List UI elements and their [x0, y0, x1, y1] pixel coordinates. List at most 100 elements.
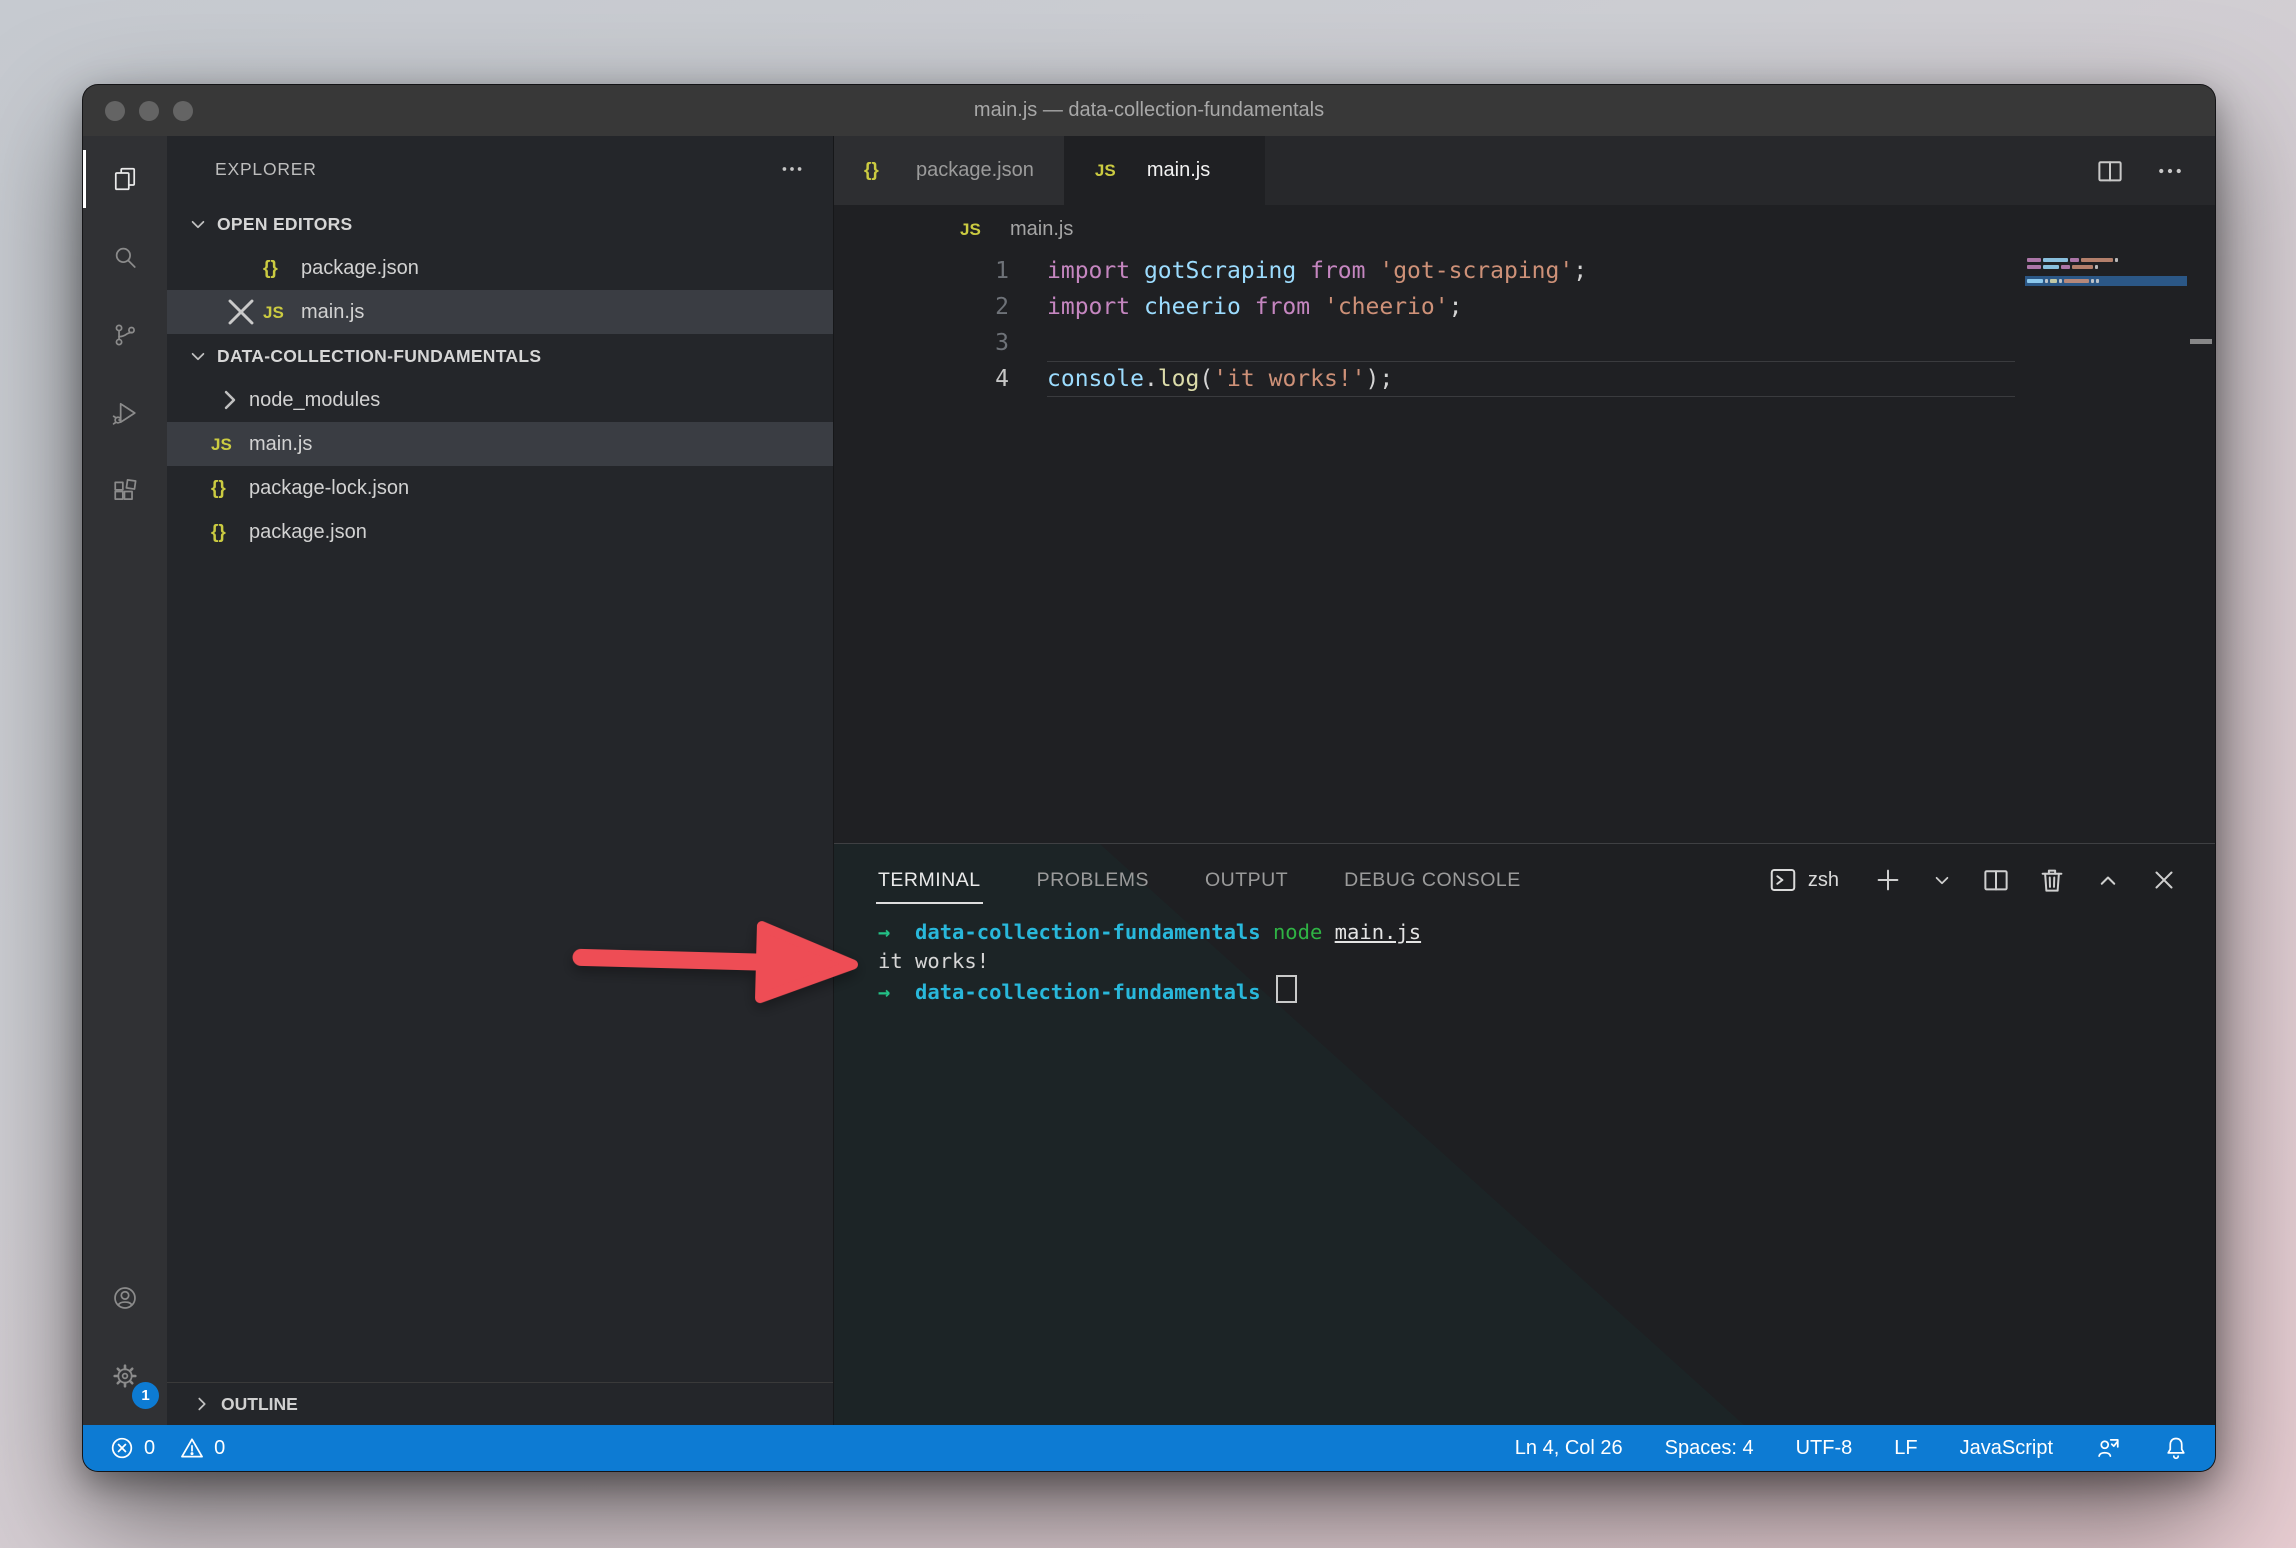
status-eol[interactable]: LF — [1894, 1437, 1917, 1460]
status-problems-errors[interactable]: 0 — [109, 1435, 155, 1461]
open-editor-item-main.js[interactable]: JSmain.js — [167, 290, 833, 334]
json-file-icon: {} — [864, 160, 879, 181]
code-text: import gotScraping from 'got-scraping'; — [1009, 253, 1587, 289]
search-icon — [112, 244, 138, 270]
section-label: DATA-COLLECTION-FUNDAMENTALS — [217, 346, 541, 367]
section-header-workspace-root[interactable]: DATA-COLLECTION-FUNDAMENTALS — [167, 334, 833, 378]
terminal-output[interactable]: → data-collection-fundamentals node main… — [834, 916, 2215, 1007]
panel-tab-output[interactable]: OUTPUT — [1205, 844, 1288, 916]
minimize-window-button[interactable] — [139, 101, 159, 121]
tree-item-package-lock.json[interactable]: {} package-lock.json — [167, 466, 833, 510]
activity-item-extensions[interactable] — [83, 452, 167, 530]
status-bar: 0 0 Ln 4, Col 26 Spaces: 4 UTF-8 LF JavaScrip… — [83, 1425, 2215, 1471]
ellipsis-icon[interactable] — [779, 156, 805, 182]
code-editor[interactable]: 1import gotScraping from 'got-scraping';… — [834, 253, 2215, 843]
status-problems-warnings[interactable]: 0 — [179, 1435, 225, 1461]
code-line-3[interactable]: 3 — [834, 325, 2215, 361]
line-number: 1 — [834, 253, 1009, 289]
breadcrumb-file: main.js — [1010, 218, 1073, 241]
minimap[interactable] — [2027, 258, 2185, 286]
status-notifications[interactable] — [2163, 1435, 2189, 1461]
kill-terminal-trash-icon[interactable] — [2037, 865, 2067, 895]
red-arrow-annotation — [562, 907, 875, 1015]
panel-tab-bar: TERMINAL PROBLEMS OUTPUT DEBUG CONSOLE zsh — [834, 844, 2215, 916]
code-text: import cheerio from 'cheerio'; — [1009, 289, 1462, 325]
status-value: Ln 4, Col 26 — [1515, 1437, 1623, 1460]
status-feedback[interactable] — [2095, 1435, 2121, 1461]
activity-item-account[interactable] — [83, 1259, 167, 1337]
json-file-icon: {} — [211, 522, 226, 543]
editor-tab-package.json[interactable]: {} package.json — [834, 136, 1065, 205]
line-number: 2 — [834, 289, 1009, 325]
chevron-right-icon[interactable] — [211, 381, 249, 419]
feedback-icon — [2095, 1435, 2121, 1461]
terminal-panel: TERMINAL PROBLEMS OUTPUT DEBUG CONSOLE zsh — [834, 843, 2215, 1425]
file-name: main.js — [249, 433, 312, 456]
tree-item-package.json[interactable]: {}package.json — [167, 510, 833, 554]
maximize-panel-chevron-up-icon[interactable] — [2093, 865, 2123, 895]
window-controls — [105, 101, 193, 121]
status-language-mode[interactable]: JavaScript — [1960, 1437, 2053, 1460]
close-icon[interactable] — [219, 290, 263, 334]
js-file-icon: JS — [960, 220, 981, 239]
terminal-shell-selector[interactable]: zsh — [1768, 865, 1839, 895]
tree-item-node_modules[interactable]: node_modules — [167, 378, 833, 422]
code-line-2[interactable]: 2import cheerio from 'cheerio'; — [834, 289, 2215, 325]
sidebar-title: EXPLORER — [215, 159, 317, 180]
chevron-down-icon — [185, 343, 211, 369]
files-icon — [112, 166, 138, 192]
status-encoding[interactable]: UTF-8 — [1796, 1437, 1853, 1460]
warning-triangle-icon — [179, 1435, 205, 1461]
panel-tab-terminal[interactable]: TERMINAL — [878, 844, 981, 916]
json-file-icon: {} — [263, 258, 278, 279]
js-file-icon: JS — [211, 435, 232, 454]
code-line-1[interactable]: 1import gotScraping from 'got-scraping'; — [834, 253, 2215, 289]
close-window-button[interactable] — [105, 101, 125, 121]
status-value: Spaces: 4 — [1665, 1437, 1754, 1460]
minimap-line — [2027, 258, 2185, 262]
editor-tab-bar: {} package.json JSmain.js — [834, 136, 2215, 205]
source-control-icon — [112, 322, 138, 348]
activity-item-settings[interactable]: 1 — [83, 1337, 167, 1415]
file-name: package-lock.json — [249, 477, 409, 500]
close-panel-icon[interactable] — [2149, 865, 2179, 895]
status-value: LF — [1894, 1437, 1917, 1460]
zoom-window-button[interactable] — [173, 101, 193, 121]
desktop: main.js — data-collection-fundamentals 1… — [0, 0, 2296, 1548]
line-number: 3 — [834, 325, 1009, 361]
section-header-open-editors[interactable]: OPEN EDITORS — [167, 202, 833, 246]
tab-label: package.json — [916, 159, 1034, 182]
terminal-dropdown-chevron-icon[interactable] — [1929, 867, 1955, 893]
terminal-line-3: → data-collection-fundamentals — [878, 975, 2215, 1007]
status-indentation[interactable]: Spaces: 4 — [1665, 1437, 1754, 1460]
status-value: JavaScript — [1960, 1437, 2053, 1460]
section-label: OPEN EDITORS — [217, 214, 353, 235]
activity-item-explorer[interactable] — [83, 140, 167, 218]
activity-item-run-debug[interactable] — [83, 374, 167, 452]
tree-item-main.js[interactable]: JS main.js — [167, 422, 833, 466]
scrollbar-marker[interactable] — [2190, 339, 2212, 344]
code-text — [1009, 325, 1047, 361]
split-terminal-icon[interactable] — [1981, 865, 2011, 895]
editor-more-actions-icon[interactable] — [2155, 156, 2185, 186]
status-cursor-position[interactable]: Ln 4, Col 26 — [1515, 1437, 1623, 1460]
split-editor-icon[interactable] — [2095, 156, 2125, 186]
title-bar: main.js — data-collection-fundamentals — [83, 85, 2215, 136]
status-value: 0 — [214, 1437, 225, 1460]
activity-item-search[interactable] — [83, 218, 167, 296]
terminal-prompt-icon — [1768, 865, 1798, 895]
code-line-4[interactable]: 4console.log('it works!'); — [834, 361, 2215, 397]
activity-item-source-control[interactable] — [83, 296, 167, 374]
editor-tab-main.js[interactable]: JSmain.js — [1065, 136, 1265, 205]
panel-tab-problems[interactable]: PROBLEMS — [1037, 844, 1149, 916]
editor-group: {}package.jsonJSmain.js JSmain.js 1impor… — [833, 136, 2215, 1425]
json-file-icon: {} — [211, 478, 226, 499]
open-editor-item-package.json[interactable]: {}package.json — [167, 246, 833, 290]
panel-tab-debug-console[interactable]: DEBUG CONSOLE — [1344, 844, 1521, 916]
shell-label: zsh — [1808, 869, 1839, 892]
breadcrumb[interactable]: JS main.js — [834, 205, 2215, 253]
section-header-outline[interactable]: OUTLINE — [167, 1382, 833, 1425]
extensions-icon — [112, 478, 138, 504]
js-file-icon: JS — [263, 303, 284, 322]
new-terminal-plus-icon[interactable] — [1873, 865, 1903, 895]
